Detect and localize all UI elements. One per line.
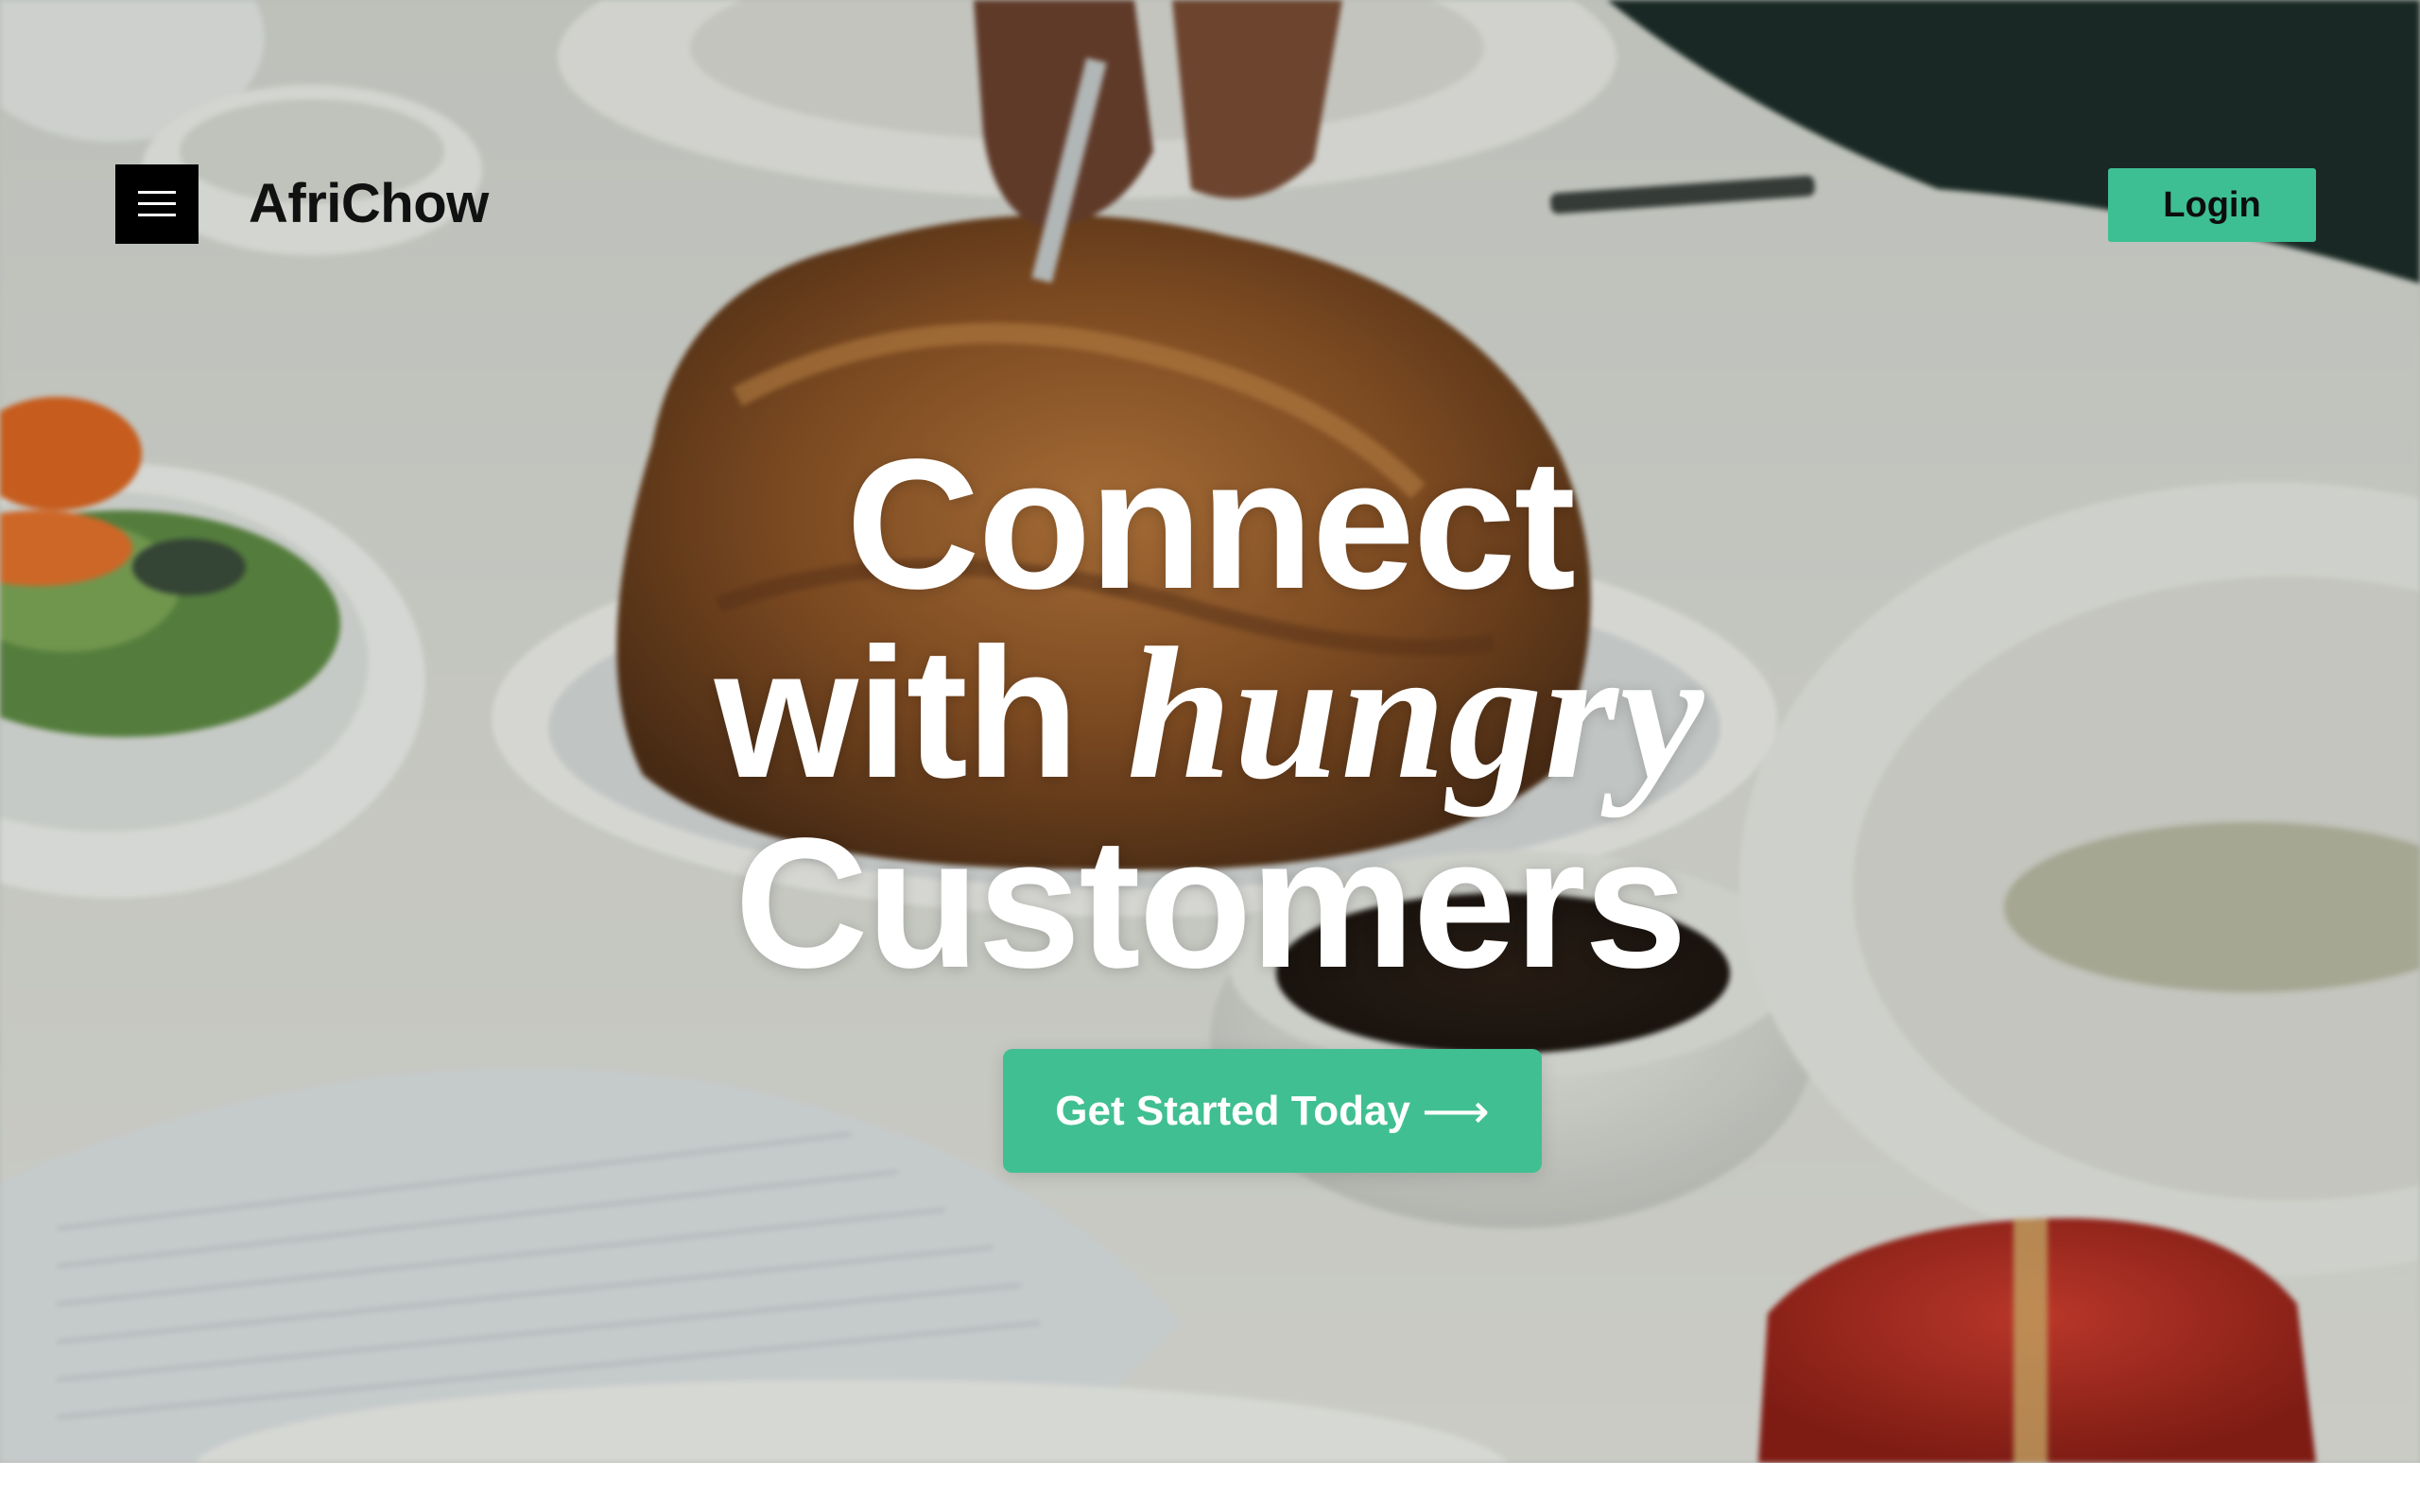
login-button[interactable]: Login — [2108, 168, 2316, 242]
headline-line-1: Connect — [846, 421, 1576, 627]
headline-line-2: with hungry — [0, 619, 2420, 809]
get-started-label: Get Started Today — [1055, 1087, 1410, 1134]
brand-logo[interactable]: AfriChow — [249, 166, 489, 242]
headline-accent-word: hungry — [1127, 610, 1706, 818]
hero-headline: Connect with hungry Customers — [0, 430, 2420, 998]
menu-button[interactable] — [115, 164, 199, 244]
arrow-right-icon: ⟶ — [1422, 1084, 1490, 1138]
headline-line-2-prefix: with — [714, 610, 1128, 816]
hamburger-menu-icon — [138, 191, 176, 216]
get-started-button[interactable]: Get Started Today ⟶ — [1003, 1049, 1542, 1173]
page-bottom-strip — [0, 1463, 2420, 1512]
hero-section: AfriChow Login Connect with hungry Custo… — [0, 0, 2420, 1463]
headline-line-3: Customers — [735, 799, 1687, 1006]
